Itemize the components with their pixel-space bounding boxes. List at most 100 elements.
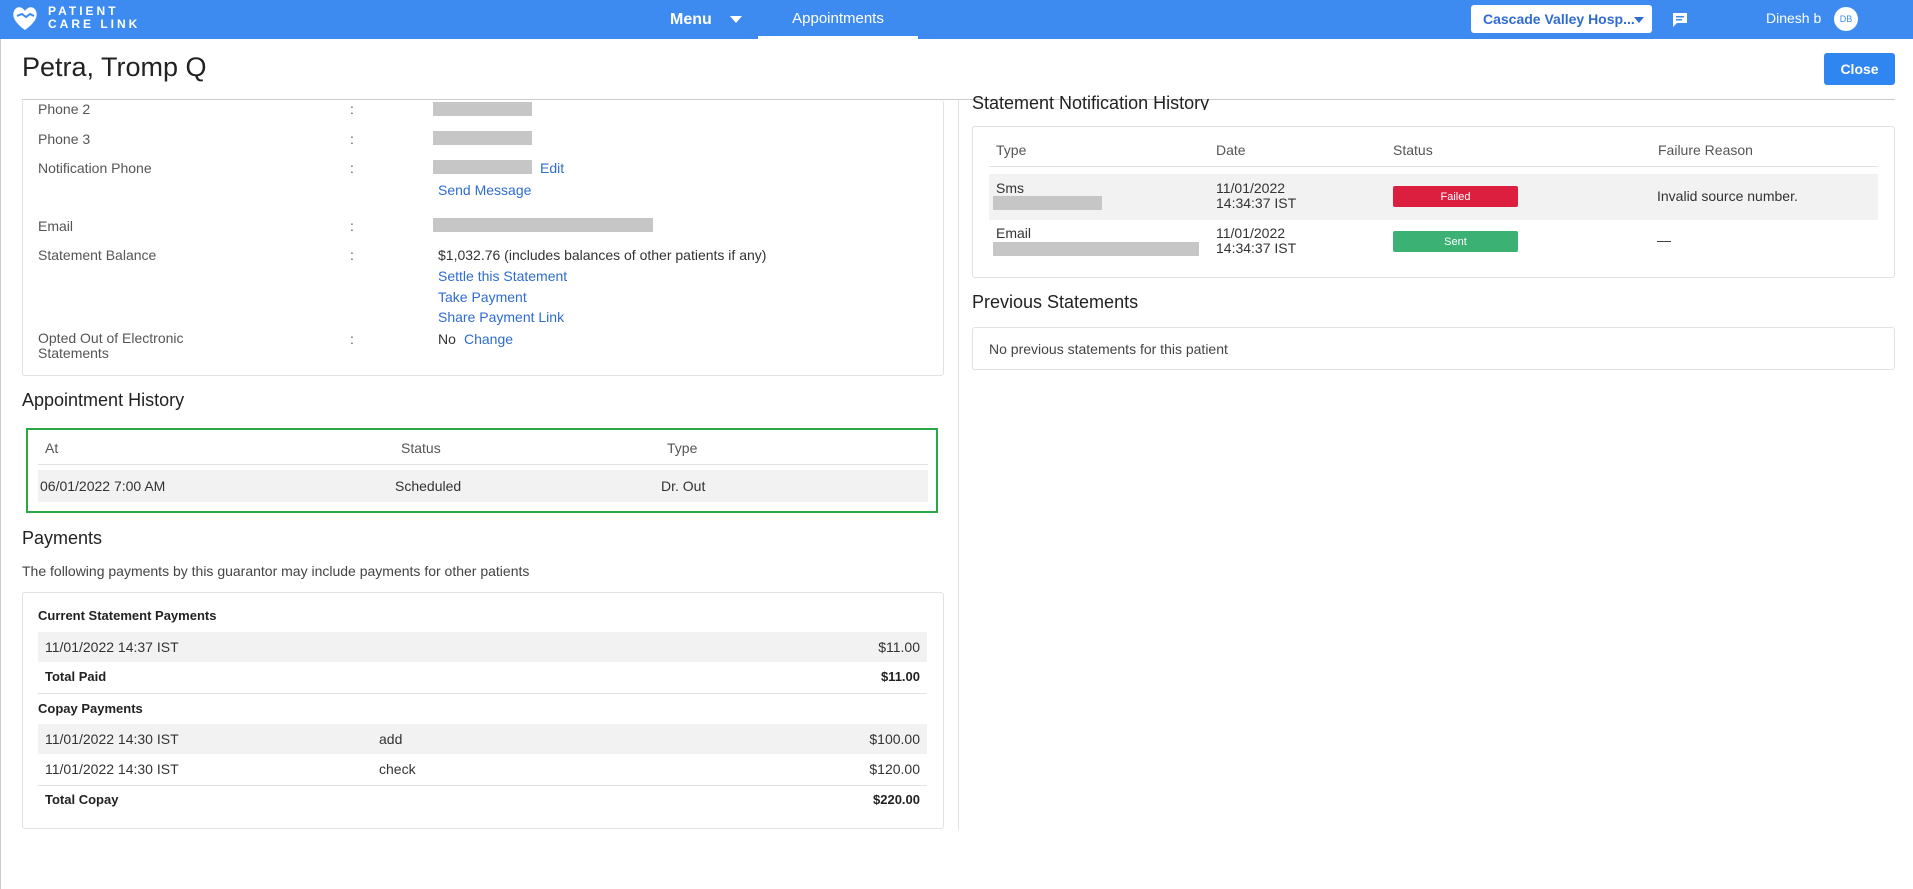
edit-phone-link[interactable]: Edit <box>540 160 564 176</box>
top-nav-bar: PATIENT CARE LINK Menu Appointments Casc… <box>0 0 1913 39</box>
colon: : <box>350 101 354 117</box>
column-header-date: Date <box>1216 142 1246 158</box>
column-header-status: Status <box>401 440 441 456</box>
copay-amount: $100.00 <box>869 731 920 747</box>
payments-title: Payments <box>22 528 103 548</box>
send-message-link[interactable]: Send Message <box>438 182 531 198</box>
table-row[interactable]: Sms 11/01/2022 14:34:37 IST Failed Inval… <box>989 174 1878 220</box>
appointment-at: 06/01/2022 7:00 AM <box>40 478 166 494</box>
copay-row: 11/01/2022 14:30 IST check $120.00 <box>38 754 927 784</box>
colon: : <box>350 131 354 147</box>
notification-date: 11/01/2022 <box>1216 180 1286 196</box>
column-header-failure-reason: Failure Reason <box>1658 142 1753 158</box>
redacted-value <box>433 218 653 232</box>
notification-history-title: Statement Notification History <box>972 92 1209 110</box>
chat-icon[interactable] <box>1670 10 1690 30</box>
total-paid-label: Total Paid <box>45 669 107 684</box>
app-logo[interactable]: PATIENT CARE LINK <box>10 3 140 33</box>
change-opt-out-link[interactable]: Change <box>464 331 513 347</box>
notification-type: Sms <box>996 180 1024 196</box>
copay-note: add <box>379 731 403 747</box>
email-label: Email <box>38 218 74 234</box>
empty-state-text: No previous statements for this patient <box>989 341 1228 357</box>
chevron-down-icon <box>1634 17 1644 23</box>
redacted-value <box>993 242 1199 256</box>
table-row[interactable]: Email 11/01/2022 14:34:37 IST Sent — <box>989 220 1878 266</box>
user-name[interactable]: Dinesh b <box>1766 10 1821 26</box>
table-row[interactable]: 06/01/2022 7:00 AM Scheduled Dr. Out <box>38 470 928 502</box>
phone3-label: Phone 3 <box>38 131 91 147</box>
payment-date: 11/01/2022 14:37 IST <box>45 639 179 655</box>
payments-intro: The following payments by this guarantor… <box>22 563 530 579</box>
colon: : <box>350 160 354 176</box>
appointment-status: Scheduled <box>395 478 462 494</box>
notification-phone-label: Notification Phone <box>38 160 152 176</box>
redacted-value <box>433 131 532 145</box>
logo-text: PATIENT CARE LINK <box>48 5 140 31</box>
hospital-select[interactable]: Cascade Valley Hosp... <box>1471 5 1652 33</box>
copay-payments-title: Copay Payments <box>38 701 143 716</box>
payment-row: 11/01/2022 14:37 IST $11.00 <box>38 632 927 662</box>
notification-time: 14:34:37 IST <box>1216 195 1297 211</box>
total-copay-label: Total Copay <box>45 792 119 807</box>
redacted-value <box>433 160 532 174</box>
chevron-down-icon <box>729 16 742 23</box>
share-payment-link[interactable]: Share Payment Link <box>438 309 564 325</box>
avatar[interactable]: DB <box>1834 7 1858 31</box>
table-divider <box>38 464 928 465</box>
settle-statement-link[interactable]: Settle this Statement <box>438 268 567 284</box>
take-payment-link[interactable]: Take Payment <box>438 289 527 305</box>
total-copay-value: $220.00 <box>873 792 920 807</box>
column-header-type: Type <box>996 142 1027 158</box>
divider <box>38 693 927 694</box>
colon: : <box>350 331 354 347</box>
notification-history-title-text: Statement Notification History <box>972 93 1210 110</box>
previous-statements-title: Previous Statements <box>972 292 1139 312</box>
copay-note: check <box>379 761 416 777</box>
statement-balance-label: Statement Balance <box>38 247 157 263</box>
status-badge-sent: Sent <box>1393 231 1518 252</box>
logo-line-2: CARE LINK <box>48 17 141 31</box>
menu-label: Menu <box>670 10 712 28</box>
opted-out-label-line1: Opted Out of Electronic <box>38 330 184 346</box>
statement-balance-value: $1,032.76 (includes balances of other pa… <box>438 247 767 263</box>
current-statement-payments-title: Current Statement Payments <box>38 608 217 623</box>
redacted-value <box>433 102 532 116</box>
hospital-select-value: Cascade Valley Hosp... <box>1483 11 1635 27</box>
total-paid-row: Total Paid $11.00 <box>38 662 927 692</box>
copay-date: 11/01/2022 14:30 IST <box>45 731 179 747</box>
colon: : <box>350 247 354 263</box>
menu-button[interactable]: Menu <box>670 0 742 39</box>
phone2-label: Phone 2 <box>38 101 91 117</box>
failure-reason: Invalid source number. <box>1657 188 1798 204</box>
notification-time: 14:34:37 IST <box>1216 240 1297 256</box>
column-header-at: At <box>45 440 59 456</box>
opted-out-label: Opted Out of Electronic Statements <box>38 331 184 361</box>
opted-out-label-line2: Statements <box>38 345 109 361</box>
copay-row: 11/01/2022 14:30 IST add $100.00 <box>38 724 927 754</box>
previous-statements-card: No previous statements for this patient <box>972 327 1895 370</box>
appointment-type: Dr. Out <box>661 478 706 494</box>
notification-type: Email <box>996 225 1032 241</box>
status-badge-failed: Failed <box>1393 186 1518 207</box>
table-divider <box>989 166 1878 167</box>
column-divider <box>958 100 959 830</box>
opted-out-value: No <box>438 331 456 347</box>
copay-amount: $120.00 <box>869 761 920 777</box>
total-copay-row: Total Copay $220.00 <box>38 785 927 815</box>
tab-appointments[interactable]: Appointments <box>758 0 918 39</box>
colon: : <box>350 218 354 234</box>
column-header-status: Status <box>1393 142 1433 158</box>
copay-date: 11/01/2022 14:30 IST <box>45 761 179 777</box>
column-header-type: Type <box>667 440 698 456</box>
notification-date: 11/01/2022 <box>1216 225 1286 241</box>
close-button[interactable]: Close <box>1824 53 1895 85</box>
redacted-value <box>993 196 1102 210</box>
total-paid-value: $11.00 <box>880 669 920 684</box>
appointment-history-title: Appointment History <box>22 390 185 410</box>
handshake-heart-icon <box>13 7 37 30</box>
left-border <box>0 39 1 889</box>
failure-reason: — <box>1657 232 1671 248</box>
page-title: Petra, Tromp Q <box>22 52 207 82</box>
payment-amount: $11.00 <box>878 639 920 655</box>
